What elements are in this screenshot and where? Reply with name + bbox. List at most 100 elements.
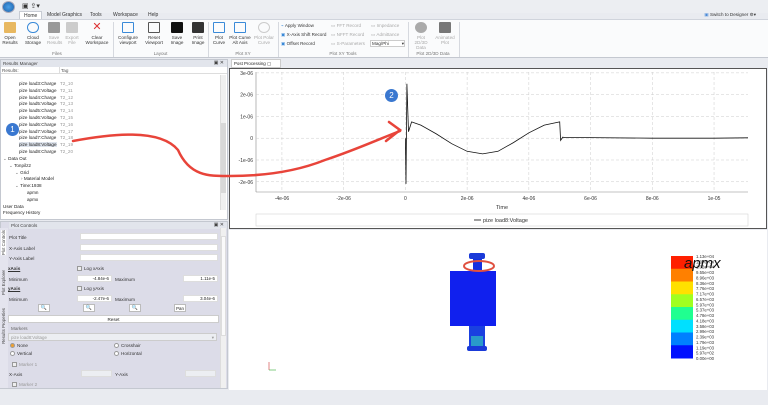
- result-row[interactable]: pize load5:Voltage T2_13: [19, 101, 73, 106]
- cloud-storage-button[interactable]: Cloud Storage: [24, 22, 42, 45]
- result-row[interactable]: pize load6:Charge T2_16: [19, 122, 73, 127]
- result-row[interactable]: pize load3:Charge T2_10: [19, 81, 73, 86]
- marker-none-radio[interactable]: None: [10, 343, 28, 349]
- expand-icon[interactable]: ⌄: [15, 183, 19, 188]
- result-tag: T2_17: [60, 128, 74, 134]
- tree-node[interactable]: ⌄ Grid: [15, 170, 29, 176]
- x-min-input[interactable]: -4.84e-6: [77, 275, 112, 282]
- result-name: pize load7:Charge: [19, 135, 57, 141]
- marker1-y-input[interactable]: [185, 370, 216, 377]
- y-max-input[interactable]: 3.04e-6: [183, 295, 218, 302]
- plot-curve-alt-axis-button[interactable]: Plot Curve Alt Axis: [229, 22, 251, 45]
- result-row[interactable]: pize load4:Charge T2_12: [19, 95, 73, 100]
- panel-close-icon[interactable]: ▣ ✕: [214, 60, 224, 67]
- result-row[interactable]: pize load7:Voltage T2_17: [19, 128, 73, 134]
- plot-title-input[interactable]: [80, 233, 218, 240]
- tree-node[interactable]: › Material Model: [21, 176, 54, 181]
- tab-tools[interactable]: Tools: [90, 12, 102, 18]
- result-tag: T2_16: [60, 121, 74, 127]
- side-tab-plot-controls[interactable]: Plot Controls: [1, 230, 6, 256]
- tree-node[interactable]: ⌄ Data Out: [3, 156, 27, 162]
- apply-window-button[interactable]: ⌁ Apply Window: [281, 23, 314, 29]
- x-max-input[interactable]: 1.11e-5: [183, 275, 218, 282]
- admittance-button[interactable]: ▭ Admittance: [371, 32, 399, 38]
- plot-polar-curve-button[interactable]: Plot Polar Curve: [253, 22, 275, 45]
- log-y-checkbox[interactable]: Log yAxis: [77, 286, 104, 292]
- pan-button[interactable]: Pan: [174, 304, 186, 312]
- results-scrollbar[interactable]: [220, 75, 226, 210]
- export-file-button[interactable]: Export File: [65, 22, 79, 45]
- expand-icon[interactable]: ⌄: [15, 170, 19, 175]
- result-name: pize load7:Voltage: [19, 128, 57, 134]
- fft-record-button[interactable]: ▭ FFT Record: [331, 23, 361, 29]
- impedance-button[interactable]: ▭ Impedance: [371, 23, 399, 29]
- result-row[interactable]: pize load7:Charge T2_18: [19, 135, 73, 141]
- result-name: pize load8:Charge: [19, 149, 57, 154]
- reset-viewport-button[interactable]: Reset Viewport: [143, 22, 165, 45]
- marker-horizontal-radio[interactable]: Horizontal: [114, 351, 142, 357]
- tree-node[interactable]: User Data: [3, 204, 24, 209]
- zoom-out-button[interactable]: 🔍: [83, 304, 95, 312]
- configure-viewport-button[interactable]: Configure viewport: [116, 22, 140, 45]
- nfft-record-button[interactable]: ▭ NFFT Record: [331, 32, 364, 38]
- tree-node[interactable]: apmx: [27, 197, 38, 202]
- offset-record-button[interactable]: ▣ Offset Record: [281, 41, 315, 47]
- open-results-button[interactable]: Open Results: [2, 22, 18, 45]
- marker-curve-select[interactable]: pize load8:Voltage ▾: [8, 333, 217, 341]
- expand-icon[interactable]: ⌄: [3, 156, 7, 161]
- result-row[interactable]: pize load6:Voltage T2_15: [19, 115, 73, 120]
- x-axis-shift-button[interactable]: ▣ X-Axis Shift Record: [281, 32, 326, 38]
- result-row[interactable]: pize load8:Charge T2_20: [19, 149, 73, 154]
- x-tick-label: 2e-06: [461, 196, 474, 202]
- side-tab-results-properties[interactable]: Results Properties: [1, 308, 6, 344]
- tab-help[interactable]: Help: [148, 12, 158, 18]
- marker1-x-input[interactable]: [81, 370, 112, 377]
- viewport-icon: [122, 22, 134, 33]
- result-row[interactable]: pize load4:Voltage T2_11: [19, 88, 73, 93]
- xy-plot[interactable]: -4e-06 -2e-06 0 2e-06 4e-06 6e-06 8e-06 1e-05 3e…: [229, 68, 767, 229]
- expand-icon[interactable]: ›: [21, 176, 23, 181]
- side-tab-plot-explorer[interactable]: Plot Explorer: [1, 270, 6, 295]
- x-axis-label-input[interactable]: [80, 244, 218, 251]
- colorbar-segment: [671, 307, 693, 321]
- tab-workspace[interactable]: Workspace: [113, 12, 138, 18]
- zoom-fit-button[interactable]: 🔍: [129, 304, 141, 312]
- clear-workspace-button[interactable]: ✕ Clear Workspace: [84, 22, 110, 46]
- result-tag: T2_15: [60, 115, 74, 120]
- colorbar-label: 4.78e+03: [696, 313, 715, 318]
- switch-to-designer[interactable]: ▣ Switch to Designer ⚙▾: [704, 12, 756, 18]
- marker1-checkbox[interactable]: Marker 1: [12, 362, 37, 368]
- y-axis-label-input[interactable]: [80, 254, 218, 261]
- tree-node[interactable]: ⌄ Tonpilz2: [9, 163, 31, 169]
- plot-2d3d-data-button[interactable]: Plot 2D/3D Data: [411, 22, 431, 50]
- expand-icon[interactable]: ⌄: [9, 163, 13, 168]
- result-row[interactable]: pize load8:Voltage T2_19: [19, 142, 73, 148]
- tree-node[interactable]: Frequency History: [3, 210, 40, 215]
- marker-vertical-radio[interactable]: Vertical: [10, 351, 32, 357]
- print-image-button[interactable]: Print Image: [189, 22, 207, 45]
- save-results-button[interactable]: Save Results: [47, 22, 62, 45]
- animated-plot-button[interactable]: Animated Plot: [434, 22, 456, 45]
- y-min-input[interactable]: -2.47e-6: [77, 295, 112, 302]
- reset-button[interactable]: Reset: [8, 315, 219, 323]
- mag-phi-select[interactable]: Mag/Phi ▾: [370, 40, 405, 47]
- series-line: [405, 83, 749, 184]
- tree-node[interactable]: apmn: [27, 190, 39, 195]
- marker-crosshair-radio[interactable]: Crosshair: [114, 343, 141, 349]
- result-row[interactable]: pize load5:Charge T2_14: [19, 108, 73, 113]
- plot-curve-button[interactable]: Plot Curve: [211, 22, 227, 45]
- log-x-checkbox[interactable]: Log xAxis: [77, 266, 104, 272]
- 3d-viewport[interactable]: 1.13e+04 1.07e+04 1.02e+04 9.55e+03 8.96e+03…: [229, 230, 767, 390]
- tab-model-graphics[interactable]: Model Graphics: [47, 12, 82, 18]
- quick-access-toolbar[interactable]: ▣ ⇪▾: [22, 2, 40, 10]
- s-parameters-button[interactable]: ▭ S-Parameters: [331, 41, 365, 47]
- zoom-in-button[interactable]: 🔍: [38, 304, 50, 312]
- tree-node[interactable]: ⌄ Time:1938: [15, 183, 42, 189]
- save-image-button[interactable]: Save Image: [168, 22, 186, 45]
- results-manager-header: Results Manager ▣ ✕: [1, 60, 227, 67]
- tree-node-label: Frequency History: [3, 210, 41, 216]
- marker2-checkbox[interactable]: Marker 2: [12, 382, 37, 388]
- colorbar-label: 7.76e+03: [696, 286, 715, 291]
- plot-controls-scrollbar[interactable]: [220, 228, 226, 388]
- tab-post-processing[interactable]: Post Processing ▢: [231, 59, 281, 68]
